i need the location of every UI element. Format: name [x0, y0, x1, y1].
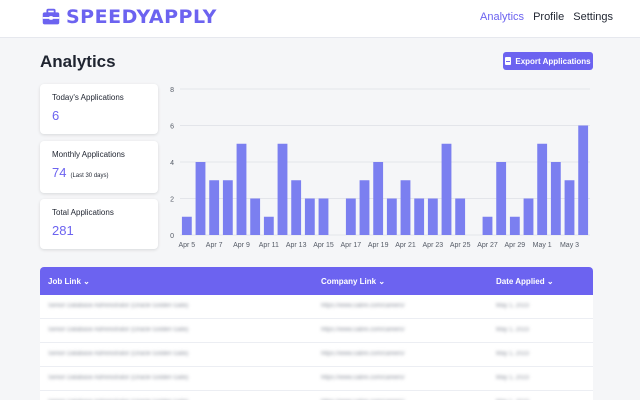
chart-bar — [482, 216, 493, 235]
chart-bar — [537, 143, 548, 235]
chart-bar — [550, 162, 561, 235]
y-tick-label: 6 — [170, 124, 174, 131]
chart-bar — [400, 180, 411, 235]
monthly-applications-card: Monthly Applications 74 (Last 30 days) — [40, 141, 158, 193]
table-header: Job Link ⌄ Company Link ⌄ Date Applied ⌄ — [40, 267, 593, 295]
y-tick-label: 8 — [170, 87, 174, 94]
chart-bar — [304, 198, 315, 235]
table-row[interactable]: Senior Database Administrator (Oracle Go… — [40, 343, 593, 367]
x-tick-label: Apr 23 — [423, 242, 444, 249]
x-tick-label: Apr 25 — [450, 242, 471, 249]
company-link-cell[interactable]: https://www.cabre.com/careers/ — [321, 303, 405, 309]
date-applied-cell: May 1, 2023 — [496, 375, 530, 381]
x-tick-label: Apr 5 — [178, 242, 195, 249]
card-label: Total Applications — [52, 208, 114, 217]
x-tick-label: May 3 — [560, 242, 579, 249]
applications-table-body: Senior Database Administrator (Oracle Go… — [40, 295, 593, 400]
chart-bar — [509, 216, 520, 235]
brand-logo[interactable]: SPEEDYAPPLY — [40, 6, 217, 28]
chart-bar — [181, 216, 192, 235]
chart-bar — [373, 162, 384, 235]
top-navbar: SPEEDYAPPLY Analytics Profile Settings — [0, 0, 640, 38]
chart-bar — [195, 162, 206, 235]
job-link-cell[interactable]: Senior Database Administrator (Oracle Go… — [48, 375, 188, 381]
x-tick-label: Apr 11 — [259, 242, 279, 249]
date-applied-cell: May 1, 2023 — [496, 327, 530, 333]
chart-bar — [523, 198, 534, 235]
y-tick-label: 4 — [170, 160, 174, 167]
main-nav: Analytics Profile Settings — [480, 11, 613, 23]
table-row[interactable]: Senior Database Administrator (Oracle Go… — [40, 295, 593, 319]
nav-analytics[interactable]: Analytics — [480, 11, 524, 23]
chart-bar — [318, 198, 329, 235]
card-value-row: 74 (Last 30 days) — [52, 165, 146, 180]
today-applications-card: Today's Applications 6 — [40, 84, 158, 134]
company-link-cell[interactable]: https://www.cabre.com/careers/ — [321, 351, 405, 357]
chart-bar — [291, 180, 302, 235]
chart-bar — [345, 198, 356, 235]
x-tick-label: Apr 17 — [341, 242, 362, 249]
job-link-cell[interactable]: Senior Database Administrator (Oracle Go… — [48, 351, 188, 357]
card-note: (Last 30 days) — [70, 173, 109, 179]
chart-bar — [578, 125, 589, 235]
card-label: Monthly Applications — [52, 150, 125, 159]
chart-bar — [209, 180, 220, 235]
y-tick-label: 0 — [170, 233, 174, 240]
job-link-cell[interactable]: Senior Database Administrator (Oracle Go… — [48, 327, 188, 333]
company-link-cell[interactable]: https://www.cabre.com/careers/ — [321, 375, 405, 381]
chart-bar — [277, 143, 288, 235]
export-applications-button[interactable]: Export Applications — [503, 52, 593, 70]
card-value: 6 — [52, 108, 60, 123]
document-icon — [505, 57, 512, 65]
table-row[interactable]: Senior Database Administrator (Oracle Go… — [40, 391, 593, 400]
brand-name: SPEEDYAPPLY — [66, 6, 217, 28]
y-tick-label: 2 — [170, 197, 174, 204]
chart-bar — [359, 180, 370, 235]
column-header-company-link[interactable]: Company Link ⌄ — [321, 277, 385, 286]
x-tick-label: Apr 13 — [286, 242, 307, 249]
briefcase-icon — [42, 8, 60, 25]
card-value: 281 — [52, 223, 74, 238]
nav-settings[interactable]: Settings — [573, 11, 613, 23]
x-tick-label: Apr 21 — [395, 242, 416, 249]
chart-bar — [414, 198, 425, 235]
chart-bar — [250, 198, 261, 235]
table-row[interactable]: Senior Database Administrator (Oracle Go… — [40, 319, 593, 343]
chart-bar — [222, 180, 233, 235]
export-button-label: Export Applications — [515, 56, 591, 66]
card-value: 74 — [52, 165, 67, 180]
card-label: Today's Applications — [52, 93, 124, 102]
chart-bar — [263, 216, 274, 235]
applications-bar-chart: 0 2 4 6 8 Apr 5 Apr 7 Apr 9 Apr 11 Apr 13 Apr 15 Ap… — [170, 87, 590, 249]
chart-bar — [386, 198, 397, 235]
chart-bar — [441, 143, 452, 235]
column-header-job-link[interactable]: Job Link ⌄ — [48, 277, 90, 286]
column-header-date-applied[interactable]: Date Applied ⌄ — [496, 277, 554, 286]
table-row[interactable]: Senior Database Administrator (Oracle Go… — [40, 367, 593, 391]
job-link-cell[interactable]: Senior Database Administrator (Oracle Go… — [48, 303, 188, 309]
x-tick-label: Apr 27 — [477, 242, 498, 249]
x-tick-label: May 1 — [533, 242, 552, 249]
chart-bar — [236, 143, 247, 235]
total-applications-card: Total Applications 281 — [40, 199, 158, 249]
x-tick-label: Apr 15 — [313, 242, 334, 249]
x-tick-label: Apr 9 — [233, 242, 250, 249]
date-applied-cell: May 1, 2023 — [496, 303, 530, 309]
x-tick-label: Apr 7 — [206, 242, 223, 249]
chart-bar — [496, 162, 507, 235]
company-link-cell[interactable]: https://www.cabre.com/careers/ — [321, 327, 405, 333]
date-applied-cell: May 1, 2023 — [496, 351, 530, 357]
chart-bar — [564, 180, 575, 235]
nav-profile[interactable]: Profile — [533, 11, 564, 23]
x-tick-label: Apr 29 — [505, 242, 526, 249]
chart-bar — [427, 198, 438, 235]
chart-bar — [455, 198, 466, 235]
x-tick-label: Apr 19 — [368, 242, 389, 249]
page-title: Analytics — [40, 52, 116, 71]
